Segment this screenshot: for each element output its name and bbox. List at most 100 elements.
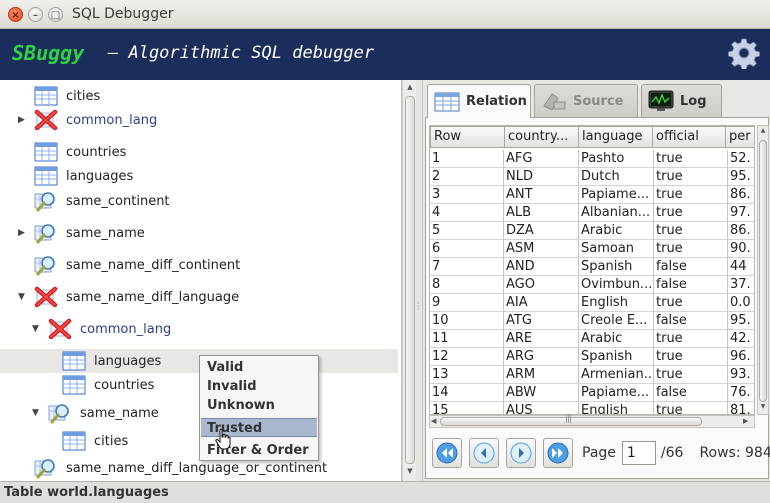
table-cell: 96.	[728, 348, 754, 366]
scroll-left-arrow-icon[interactable]: ◀	[431, 417, 436, 425]
table-cell: Dutch	[579, 168, 654, 186]
tab-source[interactable]: Source	[534, 84, 638, 117]
table-cell: English	[579, 294, 654, 312]
tree-item-label: common_lang	[66, 112, 158, 128]
menu-item-invalid[interactable]: Invalid	[201, 377, 317, 396]
tree-item-countries[interactable]: countries	[34, 140, 126, 164]
table-row[interactable]: 9 AIA English true 0.0	[430, 294, 754, 312]
table-cell: DZA	[504, 222, 579, 240]
tree-item-same-name-diff-continent[interactable]: same_name_diff_continent	[34, 253, 240, 277]
expand-arrow-icon[interactable]: ▶	[18, 115, 28, 125]
next-page-button[interactable]	[506, 438, 536, 468]
table-row[interactable]: 15 AUS English true 81.	[430, 402, 754, 414]
table-row[interactable]: 5 DZA Arabic true 86.	[430, 222, 754, 240]
page-number-input[interactable]	[621, 441, 656, 465]
table-cell: true	[654, 186, 728, 204]
tab-log[interactable]: Log	[641, 84, 722, 117]
scroll-up-arrow-icon[interactable]: ▲	[759, 127, 767, 134]
scroll-down-arrow-icon[interactable]: ▼	[405, 467, 415, 477]
tree-item-cities[interactable]: cities	[34, 84, 100, 108]
table-cell: 93.	[728, 366, 754, 384]
table-cell: true	[654, 204, 728, 222]
tree-item-same-name[interactable]: ▶ same_name	[18, 221, 145, 245]
table-cell: true	[654, 294, 728, 312]
scroll-down-arrow-icon[interactable]: ▼	[759, 403, 767, 410]
table-cell: 97.	[728, 204, 754, 222]
invalid-x-icon	[48, 318, 72, 340]
column-header[interactable]: country...	[504, 126, 579, 148]
table-cell: English	[579, 402, 654, 414]
collapse-arrow-icon[interactable]: ▼	[32, 324, 42, 334]
tree-item-same-name-diff-language[interactable]: ▼ same_name_diff_language	[18, 285, 239, 309]
tree-item-languages[interactable]: languages	[34, 164, 133, 188]
column-header[interactable]: Row	[430, 126, 505, 148]
mouse-cursor-icon	[215, 428, 231, 450]
tree-scrollbar-thumb[interactable]	[405, 96, 415, 464]
table-cell: false	[654, 276, 728, 294]
tab-relation[interactable]: Relation	[427, 84, 531, 118]
previous-page-button[interactable]	[469, 438, 499, 468]
table-cell: 6	[430, 240, 504, 258]
menu-item-unknown[interactable]: Unknown	[201, 396, 317, 415]
tree-item-cities[interactable]: cities	[62, 429, 128, 453]
gear-icon[interactable]	[728, 37, 760, 69]
table-cell: 1	[430, 150, 504, 168]
window-close-button[interactable]: ×	[8, 7, 23, 22]
tree-item-label: common_lang	[80, 321, 172, 337]
window-minimize-button[interactable]: –	[28, 7, 43, 22]
invalid-x-icon	[34, 286, 58, 308]
table-icon	[62, 350, 86, 372]
table-row[interactable]: 8 AGO Ovimbun... false 37.	[430, 276, 754, 294]
tree-item-common-lang[interactable]: ▶ common_lang	[18, 108, 158, 132]
next-icon	[510, 442, 532, 464]
table-row[interactable]: 7 AND Spanish false 44	[430, 258, 754, 276]
table-cell: 42.	[728, 330, 754, 348]
first-page-button[interactable]	[432, 438, 462, 468]
collapse-arrow-icon[interactable]: ▼	[18, 292, 28, 302]
table-row[interactable]: 6 ASM Samoan true 90.	[430, 240, 754, 258]
tree-item-same-continent[interactable]: same_continent	[34, 189, 170, 213]
table-vscroll-thumb[interactable]	[759, 140, 767, 402]
table-row[interactable]: 2 NLD Dutch true 95.	[430, 168, 754, 186]
table-horizontal-scrollbar[interactable]: ◀ ||| ▶	[429, 414, 755, 428]
window-maximize-button[interactable]: □	[48, 7, 63, 22]
column-header[interactable]: per	[725, 126, 754, 148]
expand-arrow-icon[interactable]: ▶	[18, 228, 28, 238]
table-row[interactable]: 12 ARG Spanish true 96.	[430, 348, 754, 366]
column-header[interactable]: language	[578, 126, 653, 148]
table-cell: Arabic	[579, 330, 654, 348]
table-row[interactable]: 3 ANT Papiame... true 86.	[430, 186, 754, 204]
table-row[interactable]: 11 ARE Arabic true 42.	[430, 330, 754, 348]
collapse-arrow-icon[interactable]: ▼	[32, 408, 42, 418]
table-row[interactable]: 4 ALB Albanian... true 97.	[430, 204, 754, 222]
page-total: /66	[660, 445, 684, 461]
hscroll-grip-icon: |||	[565, 414, 572, 424]
table-cell: false	[654, 384, 728, 402]
tab-source-label: Source	[573, 93, 624, 109]
tree-scrollbar[interactable]: ▲ ▼	[402, 80, 416, 481]
table-row[interactable]: 1 AFG Pashto true 52.	[430, 150, 754, 168]
table-row[interactable]: 10 ATG Creole E... false 95.	[430, 312, 754, 330]
menu-item-valid[interactable]: Valid	[201, 358, 317, 377]
table-cell: NLD	[504, 168, 579, 186]
column-header[interactable]: official	[652, 126, 726, 148]
tree-item-label: countries	[66, 144, 127, 160]
tree-item-countries[interactable]: countries	[62, 373, 154, 397]
table-cell: true	[654, 366, 728, 384]
tree-item-same-name[interactable]: ▼ same_name	[32, 401, 159, 425]
table-cell: 9	[430, 294, 504, 312]
window-title: SQL Debugger	[72, 6, 174, 22]
table-cell: Creole E...	[579, 312, 654, 330]
tree-item-common-lang[interactable]: ▼ common_lang	[32, 317, 172, 341]
table-cell: Spanish	[579, 348, 654, 366]
table-cell: true	[654, 168, 728, 186]
status-text: Table world.languages	[4, 485, 169, 500]
table-vertical-scrollbar[interactable]: ▲ ▼	[757, 125, 769, 415]
table-row[interactable]: 14 ABW Papiame... false 76.	[430, 384, 754, 402]
view-magnifier-icon	[48, 402, 72, 424]
scroll-right-arrow-icon[interactable]: ▶	[743, 417, 748, 425]
table-row[interactable]: 13 ARM Armenian... true 93.	[430, 366, 754, 384]
table-cell: true	[654, 150, 728, 168]
last-page-button[interactable]	[543, 438, 573, 468]
scroll-up-arrow-icon[interactable]: ▲	[405, 83, 415, 93]
